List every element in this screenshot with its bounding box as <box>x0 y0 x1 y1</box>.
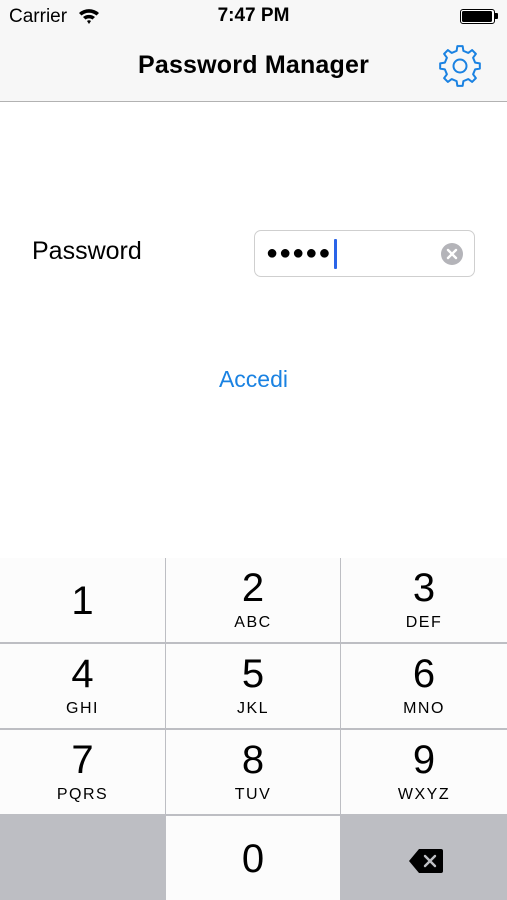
page-title: Password Manager <box>137 51 370 79</box>
key-digit: 6 <box>412 652 436 696</box>
key-digit: 0 <box>241 837 265 881</box>
text-caret <box>334 239 337 269</box>
key-2[interactable]: 2 ABC <box>166 558 340 642</box>
key-letters: PQRS <box>56 786 109 803</box>
settings-button[interactable] <box>436 42 484 90</box>
key-digit: 5 <box>241 652 265 696</box>
key-digit: 8 <box>241 738 265 782</box>
key-digit: 2 <box>241 566 265 610</box>
password-value: ●●●●● <box>266 242 332 264</box>
key-8[interactable]: 8 TUV <box>166 730 340 814</box>
key-digit: 3 <box>412 566 436 610</box>
navigation-bar: Password Manager <box>0 34 507 102</box>
key-digit: 4 <box>71 652 94 696</box>
key-letters: TUV <box>234 786 272 803</box>
key-letters: ABC <box>234 614 272 631</box>
key-6[interactable]: 6 MNO <box>341 644 507 728</box>
key-blank <box>0 816 165 900</box>
key-3[interactable]: 3 DEF <box>341 558 507 642</box>
clear-icon[interactable] <box>441 243 463 265</box>
numeric-keypad: 1 2 ABC 3 DEF 4 GHI 5 JKL 6 MNO 7 PQRS 8… <box>0 558 507 900</box>
login-button[interactable]: Accedi <box>0 366 507 393</box>
key-5[interactable]: 5 JKL <box>166 644 340 728</box>
key-digit: 9 <box>412 738 436 782</box>
key-letters: MNO <box>403 700 445 717</box>
key-letters: JKL <box>236 700 270 717</box>
backspace-icon[interactable] <box>408 848 444 874</box>
backspace-key[interactable] <box>341 816 507 900</box>
key-0[interactable]: 0 <box>166 816 340 900</box>
password-input[interactable]: ●●●●● <box>254 230 475 277</box>
key-letters: WXYZ <box>397 786 451 803</box>
key-letters: GHI <box>66 700 99 717</box>
key-digit: 7 <box>71 738 94 782</box>
key-9[interactable]: 9 WXYZ <box>341 730 507 814</box>
battery-icon <box>460 9 498 24</box>
password-label: Password <box>32 237 142 265</box>
key-4[interactable]: 4 GHI <box>0 644 165 728</box>
key-1[interactable]: 1 <box>0 558 165 642</box>
gear-icon[interactable] <box>437 43 483 89</box>
key-digit: 1 <box>71 579 94 623</box>
key-letters: DEF <box>405 614 443 631</box>
status-time: 7:47 PM <box>217 5 290 26</box>
key-7[interactable]: 7 PQRS <box>0 730 165 814</box>
status-bar: Carrier 7:47 PM <box>0 0 507 34</box>
